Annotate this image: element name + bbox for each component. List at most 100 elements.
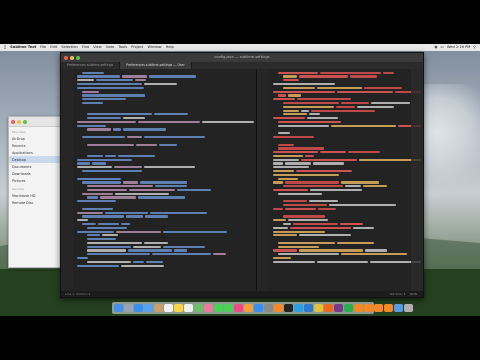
zoom-icon[interactable]: [23, 119, 27, 124]
code-line: [271, 105, 421, 109]
tab-size[interactable]: Tab Size: 4: [390, 291, 406, 297]
cursor-position: Line 1, Column 1: [65, 292, 91, 296]
sublime-icon-3[interactable]: [364, 303, 373, 313]
clock[interactable]: Wed 2:16 PM: [447, 44, 470, 51]
minimap[interactable]: [411, 69, 423, 291]
code-line: [75, 200, 254, 203]
sublime-icon-5[interactable]: [384, 303, 393, 313]
reminders-icon[interactable]: [184, 303, 193, 313]
mail-icon[interactable]: [144, 303, 153, 313]
notes-icon[interactable]: [174, 303, 183, 313]
menu-tools[interactable]: Tools: [118, 44, 127, 51]
menu-file[interactable]: File: [40, 44, 46, 51]
terminal-icon[interactable]: [284, 303, 293, 313]
trash-icon[interactable]: [404, 303, 413, 313]
code-line: [75, 256, 254, 260]
slack-icon[interactable]: [334, 303, 343, 313]
menu-view[interactable]: View: [93, 44, 102, 51]
code-line: [75, 215, 254, 218]
code-line: [75, 241, 254, 245]
messages-icon[interactable]: [214, 303, 223, 313]
menu-bar:  Sublime Text File Edit Selection Find …: [0, 44, 480, 51]
contacts-icon[interactable]: [154, 303, 163, 313]
line-number-gutter-right: [257, 69, 269, 291]
preferences-icon[interactable]: [264, 303, 273, 313]
code-line: [271, 151, 421, 154]
itunes-icon[interactable]: [234, 303, 243, 313]
apple-menu-icon[interactable]: : [4, 44, 6, 51]
launchpad-icon[interactable]: [124, 303, 133, 313]
app-menu[interactable]: Sublime Text: [10, 44, 36, 51]
code-line: [75, 124, 254, 128]
tab-bar: Preferences.sublime-settings Preferences…: [61, 62, 423, 69]
syntax-mode[interactable]: JSON: [410, 291, 417, 297]
sidebar-item-downloads[interactable]: Downloads: [9, 170, 65, 177]
code-line: [271, 215, 421, 218]
sidebar-item-desktop[interactable]: Desktop: [9, 156, 65, 163]
photos-icon[interactable]: [204, 303, 213, 313]
code-line: [75, 260, 254, 264]
sidebar-item-recents[interactable]: Recents: [9, 142, 65, 149]
calendar-icon[interactable]: [164, 303, 173, 313]
menu-project[interactable]: Project: [131, 44, 143, 51]
code-line: [75, 234, 254, 237]
sidebar-item-remote-disc[interactable]: Remote Disc: [9, 199, 65, 206]
menu-goto[interactable]: Goto: [106, 44, 115, 51]
left-pane[interactable]: [61, 69, 257, 291]
folder-icon[interactable]: [394, 303, 403, 313]
skype-icon[interactable]: [294, 303, 303, 313]
code-line: [75, 188, 254, 192]
menu-find[interactable]: Find: [82, 44, 89, 51]
code-line: [271, 124, 421, 128]
tab-user-settings[interactable]: Preferences.sublime-settings — User: [120, 62, 192, 69]
vscode-icon[interactable]: [304, 303, 313, 313]
sublime-icon[interactable]: [274, 303, 283, 313]
menu-edit[interactable]: Edit: [50, 44, 57, 51]
code-line: [75, 226, 254, 230]
sidebar-header-favorites: Favorites: [12, 130, 26, 134]
sublime-icon-4[interactable]: [374, 303, 383, 313]
code-line: [271, 204, 421, 207]
tab-default-settings[interactable]: Preferences.sublime-settings: [61, 62, 121, 69]
maps-icon[interactable]: [194, 303, 203, 313]
code-line: [75, 117, 254, 120]
menu-selection[interactable]: Selection: [61, 44, 78, 51]
code-line: [271, 71, 421, 75]
menu-help[interactable]: Help: [166, 44, 174, 51]
sidebar-item-documents[interactable]: Documents: [9, 163, 65, 170]
code-line: [75, 245, 254, 249]
right-pane[interactable]: [257, 69, 423, 291]
spotify-icon[interactable]: [344, 303, 353, 313]
close-icon[interactable]: [11, 119, 15, 124]
code-line: [75, 170, 254, 173]
sidebar-item-airdrop[interactable]: AirDrop: [9, 135, 65, 142]
facetime-icon[interactable]: [224, 303, 233, 313]
minimize-icon[interactable]: [17, 119, 21, 124]
ibooks-icon[interactable]: [244, 303, 253, 313]
firefox-icon[interactable]: [324, 303, 333, 313]
finder-icon[interactable]: [114, 303, 123, 313]
sidebar-item-pictures[interactable]: Pictures: [9, 177, 65, 184]
sidebar-item-applications[interactable]: Applications: [9, 149, 65, 156]
battery-icon[interactable]: ▭: [440, 44, 443, 51]
code-line: [271, 162, 421, 165]
wifi-icon[interactable]: ◉: [434, 44, 437, 51]
sublime-icon-2[interactable]: [354, 303, 363, 313]
code-line: [75, 207, 254, 211]
code-line: [75, 185, 254, 188]
chrome-icon[interactable]: [314, 303, 323, 313]
code-line: [75, 154, 254, 158]
clouds: [420, 84, 480, 204]
code-line: [75, 128, 254, 131]
appstore-icon[interactable]: [254, 303, 263, 313]
desktop:  Sublime Text File Edit Selection Find …: [0, 44, 480, 316]
code-line: [271, 143, 421, 147]
sidebar-item-macintosh-hd[interactable]: Macintosh HD: [9, 192, 65, 199]
safari-icon[interactable]: [134, 303, 143, 313]
code-line: [271, 79, 421, 82]
code-line: [271, 166, 421, 169]
search-icon[interactable]: ⚲: [473, 44, 476, 51]
menu-window[interactable]: Window: [147, 44, 161, 51]
